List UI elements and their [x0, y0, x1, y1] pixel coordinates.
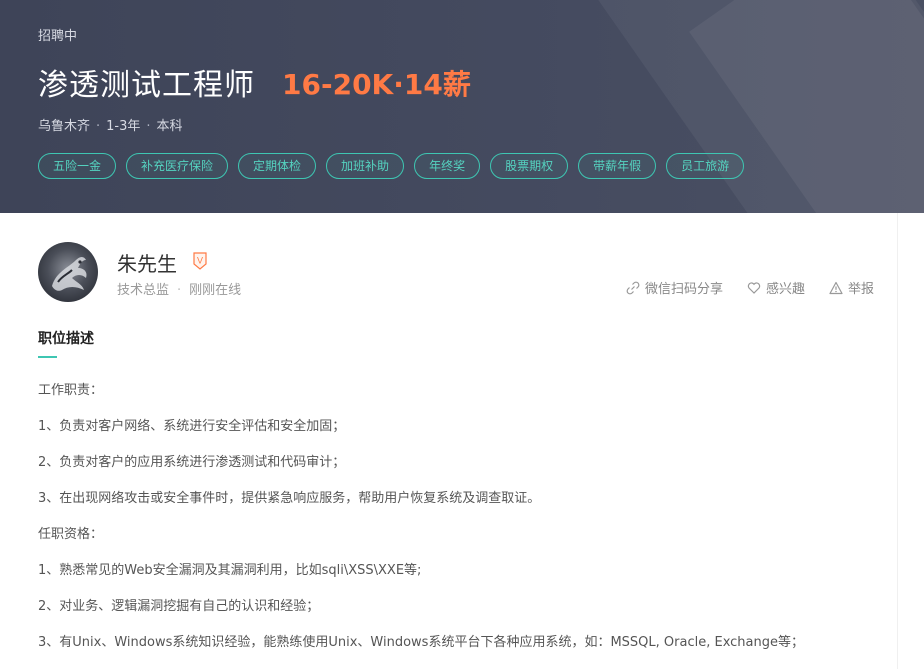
benefit-tag: 员工旅游	[666, 153, 745, 179]
benefit-tags: 五险一金 补充医疗保险 定期体检 加班补助 年终奖 股票期权 带薪年假 员工旅游	[38, 153, 745, 179]
meta-separator: ·	[177, 283, 182, 298]
share-label: 微信扫码分享	[644, 282, 723, 297]
recruiter-position: 技术总监	[117, 283, 170, 298]
recruiter-avatar[interactable]	[38, 242, 98, 302]
job-meta: 乌鲁木齐 · 1-3年 · 本科	[38, 115, 183, 134]
benefit-tag: 加班补助	[326, 153, 405, 179]
job-salary: 16-20K·14薪	[282, 68, 471, 101]
content-divider	[897, 213, 898, 669]
interest-button[interactable]: 感兴趣	[747, 278, 805, 297]
benefit-tag: 五险一金	[38, 153, 117, 179]
recruiter-online-status: 刚刚在线	[189, 283, 242, 298]
job-header-banner: 招聘中 渗透测试工程师 16-20K·14薪 乌鲁木齐 · 1-3年 · 本科 五险一金…	[0, 0, 924, 213]
interest-label: 感兴趣	[765, 282, 805, 297]
description-line: 任职资格：	[38, 527, 104, 542]
job-experience: 1-3年	[106, 119, 141, 134]
job-description: 工作职责： 1、负责对客户网络、系统进行安全评估和安全加固； 2、负责对客户的应…	[38, 382, 878, 669]
description-line: 2、负责对客户的应用系统进行渗透测试和代码审计；	[38, 455, 346, 470]
meta-separator: ·	[96, 119, 101, 134]
section-underline	[38, 356, 57, 358]
benefit-tag: 年终奖	[414, 153, 481, 179]
share-button[interactable]: 微信扫码分享	[626, 278, 723, 297]
job-education: 本科	[156, 119, 183, 134]
job-status: 招聘中	[38, 29, 78, 44]
heart-icon	[747, 281, 761, 294]
verified-badge-icon: V	[193, 252, 207, 270]
dragon-avatar-icon	[52, 257, 87, 291]
badge-letter: V	[197, 256, 203, 266]
link-icon	[626, 281, 640, 294]
description-line: 2、对业务、逻辑漏洞挖掘有自己的认识和经验；	[38, 599, 320, 614]
description-line: 3、在出现网络攻击或安全事件时，提供紧急响应服务，帮助用户恢复系统及调查取证。	[38, 491, 541, 506]
recruiter-meta: 技术总监 · 刚刚在线	[117, 279, 241, 298]
benefit-tag: 带薪年假	[578, 153, 657, 179]
benefit-tag: 定期体检	[238, 153, 317, 179]
report-label: 举报	[847, 282, 874, 297]
description-line: 3、有Unix、Windows系统知识经验，能熟练使用Unix、Windows系…	[38, 635, 804, 650]
job-title: 渗透测试工程师	[38, 68, 255, 103]
report-button[interactable]: 举报	[829, 278, 874, 297]
benefit-tag: 补充医疗保险	[126, 153, 229, 179]
warning-icon	[829, 281, 843, 294]
description-line: 1、负责对客户网络、系统进行安全评估和安全加固；	[38, 419, 346, 434]
job-actions: 微信扫码分享 感兴趣 举报	[626, 278, 874, 297]
benefit-tag: 股票期权	[490, 153, 569, 179]
description-line: 工作职责：	[38, 383, 104, 398]
description-line: 1、熟悉常见的Web安全漏洞及其漏洞利用，比如sqli\XSS\XXE等;	[38, 563, 422, 578]
meta-separator: ·	[146, 119, 151, 134]
section-title: 职位描述	[38, 331, 94, 347]
recruiter-name: 朱先生	[117, 252, 177, 276]
job-location: 乌鲁木齐	[38, 119, 91, 134]
